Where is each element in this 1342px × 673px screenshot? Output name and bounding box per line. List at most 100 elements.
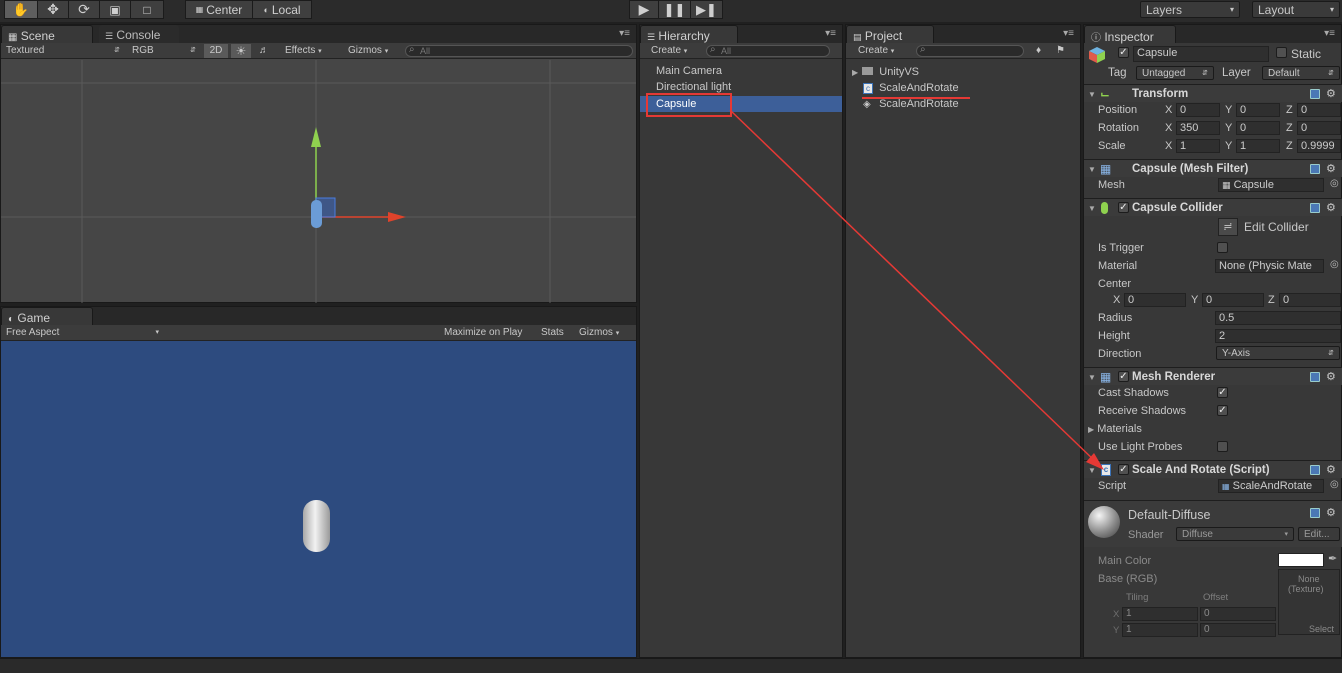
panel-menu-icon[interactable]: ▾≡ [825,28,836,39]
gizmos-dropdown[interactable]: Gizmos ▾ [348,44,400,58]
is-trigger-checkbox[interactable] [1217,242,1228,253]
center-y-field[interactable]: 0 [1202,293,1264,307]
transform-header[interactable]: ▼ ⌙ Transform ⚙ [1084,84,1342,102]
project-item-unityvs[interactable]: ▶ UnityVS [852,66,919,78]
mode-2d-toggle[interactable]: 2D [204,44,228,58]
render-mode-dropdown[interactable]: RGB ⇵ [132,44,198,58]
pivot-center-button[interactable]: ▦ Center [185,0,253,19]
shader-dropdown[interactable]: Diffuse ▾ [1176,527,1294,541]
scene-viewport[interactable] [1,60,636,303]
tab-project[interactable]: ▤ Project [846,25,934,43]
mesh-filter-header[interactable]: ▼ ▦ Capsule (Mesh Filter) ⚙ [1084,159,1342,177]
script-object-field[interactable]: ▦ ScaleAndRotate [1218,479,1324,493]
physic-material-field[interactable]: None (Physic Mate [1215,259,1324,273]
rotation-z-field[interactable]: 0 [1297,121,1341,135]
edit-collider-button[interactable]: ≓ [1218,218,1238,236]
panel-menu-icon[interactable]: ▾≡ [619,28,630,39]
receive-shadows-checkbox[interactable]: ✓ [1217,405,1228,416]
radius-field[interactable]: 0.5 [1215,311,1341,325]
project-search-input[interactable] [916,45,1024,57]
shader-edit-button[interactable]: Edit... [1298,527,1340,541]
pivot-local-button[interactable]: ◐ Local [252,0,312,19]
center-x-field[interactable]: 0 [1124,293,1186,307]
move-tool-button[interactable]: ✥ [37,0,69,19]
help-book-icon[interactable] [1310,465,1320,475]
mesh-object-field[interactable]: ▦ Capsule [1218,178,1324,192]
hand-tool-button[interactable]: ✋ [4,0,38,19]
direction-dropdown[interactable]: Y-Axis ⇵ [1216,346,1340,360]
light-probes-checkbox[interactable] [1217,441,1228,452]
pause-button[interactable]: ❚❚ [658,0,691,19]
offset-y-field[interactable]: 0 [1200,623,1276,637]
static-checkbox[interactable] [1276,47,1287,58]
object-picker-icon[interactable]: ◎ [1330,479,1339,490]
position-x-field[interactable]: 0 [1176,103,1220,117]
project-item-script-asset[interactable]: c ScaleAndRotate [863,82,959,94]
capsule-scene-object[interactable] [311,200,322,228]
height-field[interactable]: 2 [1215,329,1341,343]
y-axis-handle[interactable] [311,127,321,147]
rotation-y-field[interactable]: 0 [1236,121,1280,135]
filter-type-icon[interactable]: ♦ [1036,44,1041,58]
center-z-field[interactable]: 0 [1279,293,1341,307]
tab-game[interactable]: ◐ Game [1,307,93,325]
tag-dropdown[interactable]: Untagged ⇵ [1136,66,1214,80]
help-book-icon[interactable] [1310,372,1320,382]
object-picker-icon[interactable]: ◎ [1330,178,1339,189]
layers-dropdown[interactable]: Layers ▾ [1140,1,1240,18]
gear-icon[interactable]: ⚙ [1326,463,1336,476]
help-book-icon[interactable] [1310,89,1320,99]
scale-y-field[interactable]: 1 [1236,139,1280,153]
rotate-tool-button[interactable]: ⟳ [68,0,100,19]
gear-icon[interactable]: ⚙ [1326,370,1336,383]
scene-search-input[interactable]: All [405,45,633,57]
scale-tool-button[interactable]: ▣ [99,0,131,19]
main-color-swatch[interactable] [1278,553,1324,567]
hierarchy-item-directional-light[interactable]: Directional light [656,81,731,93]
panel-menu-icon[interactable]: ▾≡ [1063,28,1074,39]
scale-x-field[interactable]: 1 [1176,139,1220,153]
collider-enabled-checkbox[interactable]: ✓ [1118,202,1129,213]
offset-x-field[interactable]: 0 [1200,607,1276,621]
stats-toggle[interactable]: Stats [541,326,571,340]
tab-scene[interactable]: ▦ Scene [1,25,93,43]
capsule-collider-header[interactable]: ▼ ✓ Capsule Collider ⚙ [1084,198,1342,216]
layer-dropdown[interactable]: Default ⇵ [1262,66,1340,80]
tab-console[interactable]: ☰ Console [99,25,179,43]
gear-icon[interactable]: ⚙ [1326,201,1336,214]
texture-slot[interactable]: None (Texture) Select [1278,569,1340,635]
hierarchy-item-main-camera[interactable]: Main Camera [656,65,722,77]
eyedropper-icon[interactable]: ✒ [1328,552,1337,565]
hierarchy-search-input[interactable]: All [706,45,830,57]
help-book-icon[interactable] [1310,203,1320,213]
aspect-dropdown[interactable]: Free Aspect ▾ [6,326,161,340]
maximize-on-play-toggle[interactable]: Maximize on Play [444,326,536,340]
gear-icon[interactable]: ⚙ [1326,506,1336,519]
x-axis-handle[interactable] [388,212,406,222]
texture-select-button[interactable]: Select [1309,624,1334,634]
filter-label-icon[interactable]: ⚑ [1056,44,1065,58]
materials-foldout[interactable]: ▶ Materials [1088,423,1142,435]
script-header[interactable]: ▼ c ✓ Scale And Rotate (Script) ⚙ [1084,460,1342,478]
gear-icon[interactable]: ⚙ [1326,162,1336,175]
layout-dropdown[interactable]: Layout ▾ [1252,1,1340,18]
cast-shadows-checkbox[interactable]: ✓ [1217,387,1228,398]
project-item-scene-asset[interactable]: ◈ ScaleAndRotate [863,98,959,110]
rect-tool-button[interactable]: □ [130,0,164,19]
object-picker-icon[interactable]: ◎ [1330,259,1339,270]
object-name-field[interactable]: Capsule [1133,46,1269,62]
play-button[interactable]: ▶ [629,0,659,19]
game-gizmos-dropdown[interactable]: Gizmos ▾ [579,326,631,340]
gear-icon[interactable]: ⚙ [1326,87,1336,100]
position-y-field[interactable]: 0 [1236,103,1280,117]
effects-dropdown[interactable]: Effects ▾ [285,44,337,58]
project-create-dropdown[interactable]: Create ▾ [858,44,906,58]
rotation-x-field[interactable]: 350 [1176,121,1220,135]
lighting-toggle[interactable]: ☀ [231,44,251,58]
panel-menu-icon[interactable]: ▾≡ [1324,28,1335,39]
step-button[interactable]: ▶❚ [690,0,723,19]
tiling-x-field[interactable]: 1 [1122,607,1198,621]
tiling-y-field[interactable]: 1 [1122,623,1198,637]
position-z-field[interactable]: 0 [1297,103,1341,117]
renderer-enabled-checkbox[interactable]: ✓ [1118,371,1129,382]
